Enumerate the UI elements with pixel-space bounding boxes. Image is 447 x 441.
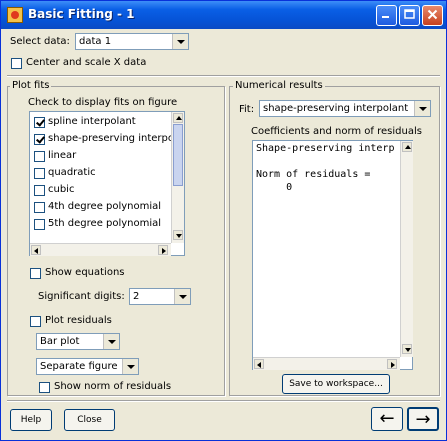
close-icon — [427, 9, 438, 20]
scroll-right-icon[interactable] — [387, 359, 397, 369]
fit-value: shape-preserving interpolant — [263, 103, 409, 114]
plot-residuals-label: Plot residuals — [45, 315, 112, 326]
top-divider — [7, 75, 440, 77]
save-to-workspace-button[interactable]: Save to workspace... — [282, 374, 390, 394]
select-data-dropdown[interactable]: data 1 — [75, 33, 189, 50]
fit-checkbox[interactable] — [34, 219, 45, 230]
help-button[interactable]: Help — [10, 409, 52, 431]
fits-horizontal-scrollbar[interactable] — [30, 243, 171, 256]
results-line: Norm of residuals = — [256, 169, 371, 180]
scroll-left-icon[interactable] — [31, 245, 41, 255]
chevron-down-icon — [414, 101, 430, 116]
fits-list[interactable]: spline interpolant shape-preserving inte… — [29, 111, 185, 256]
close-button[interactable]: Close — [64, 409, 115, 431]
show-norm-checkbox[interactable] — [39, 382, 50, 393]
back-arrow-button[interactable]: ← — [371, 407, 403, 431]
chevron-down-icon — [174, 289, 190, 304]
fit-label: quadratic — [48, 167, 96, 178]
fit-label: 5th degree polynomial — [48, 218, 162, 229]
forward-arrow-icon: → — [415, 409, 431, 430]
basic-fitting-window: Basic Fitting - 1 Select data: data 1 Ce… — [0, 0, 447, 441]
back-arrow-icon: ← — [379, 408, 395, 429]
minimize-icon — [382, 16, 389, 18]
scroll-up-icon[interactable] — [402, 142, 412, 152]
scroll-right-icon[interactable] — [158, 245, 168, 255]
bottom-divider — [7, 400, 440, 402]
fit-checkbox[interactable] — [34, 117, 45, 128]
fit-label: cubic — [48, 184, 75, 195]
plot-fits-instruction: Check to display fits on figure — [28, 97, 178, 108]
residual-plot-type-dropdown[interactable]: Bar plot — [36, 333, 120, 350]
fit-label: shape-preserving interpo — [48, 133, 174, 144]
close-window-button[interactable] — [422, 5, 443, 26]
forward-arrow-button[interactable]: → — [407, 407, 439, 431]
maximize-icon — [404, 9, 415, 19]
select-data-value: data 1 — [79, 36, 112, 47]
fit-checkbox[interactable] — [34, 168, 45, 179]
fit-label: Fit: — [239, 104, 255, 115]
fit-checkbox[interactable] — [34, 151, 45, 162]
scroll-up-icon[interactable] — [173, 113, 183, 123]
show-equations-checkbox[interactable] — [30, 268, 41, 279]
center-scale-label: Center and scale X data — [26, 57, 147, 68]
show-norm-label: Show norm of residuals — [54, 381, 172, 392]
results-textbox[interactable]: Shape-preserving interp Norm of residual… — [252, 140, 413, 370]
chevron-down-icon — [172, 34, 188, 49]
scroll-down-icon[interactable] — [173, 230, 183, 240]
scroll-thumb[interactable] — [173, 124, 183, 186]
maximize-button[interactable] — [399, 5, 420, 26]
coefficients-label: Coefficients and norm of residuals — [251, 126, 422, 137]
show-equations-label: Show equations — [45, 267, 125, 278]
residual-plot-type-value: Bar plot — [40, 336, 80, 347]
fit-dropdown[interactable]: shape-preserving interpolant — [259, 100, 431, 117]
chevron-down-icon — [103, 334, 119, 349]
numerical-results-title: Numerical results — [233, 80, 325, 91]
chevron-down-icon — [122, 359, 138, 374]
fit-label: linear — [48, 150, 77, 161]
fit-checkbox[interactable] — [34, 185, 45, 196]
significant-digits-dropdown[interactable]: 2 — [129, 288, 191, 305]
results-line: Shape-preserving interp — [256, 143, 395, 154]
select-data-label: Select data: — [10, 36, 70, 47]
fit-checkbox[interactable] — [34, 202, 45, 213]
fit-label: spline interpolant — [48, 116, 136, 127]
results-vertical-scrollbar[interactable] — [400, 141, 413, 357]
matlab-icon — [7, 7, 23, 23]
plot-fits-title: Plot fits — [10, 80, 52, 91]
plot-residuals-checkbox[interactable] — [30, 316, 41, 327]
fit-checkbox[interactable] — [34, 134, 45, 145]
title-bar[interactable]: Basic Fitting - 1 — [1, 1, 446, 29]
significant-digits-label: Significant digits: — [38, 291, 125, 302]
window-title: Basic Fitting - 1 — [28, 7, 135, 21]
minimize-button[interactable] — [376, 5, 397, 26]
residual-location-value: Separate figure — [40, 361, 118, 372]
scroll-left-icon[interactable] — [254, 359, 264, 369]
fit-label: 4th degree polynomial — [48, 201, 162, 212]
significant-digits-value: 2 — [133, 291, 140, 302]
results-horizontal-scrollbar[interactable] — [253, 357, 400, 370]
fits-vertical-scrollbar[interactable] — [171, 112, 184, 243]
center-scale-checkbox[interactable] — [11, 58, 22, 69]
residual-location-dropdown[interactable]: Separate figure — [36, 358, 139, 375]
results-line: 0 — [256, 182, 293, 193]
scroll-down-icon[interactable] — [402, 344, 412, 354]
